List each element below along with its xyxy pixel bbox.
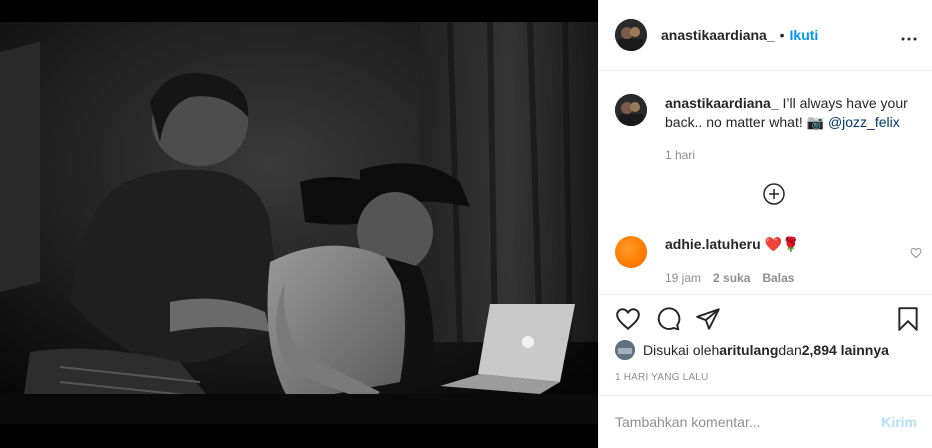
heart-icon[interactable] [615,306,641,332]
likes-middle: dan [778,342,802,358]
add-comment-bar: Kirim [599,395,932,448]
comment-item: adhie.latuheru ❤️🌹 19 jam 2 suka Balas [615,236,925,285]
separator-dot: • [779,27,785,43]
caption-mention[interactable]: @jozz_felix [828,114,900,130]
caption-time[interactable]: 1 hari [665,146,915,165]
post-comment-button[interactable]: Kirim [881,414,917,430]
photo-pane [0,0,598,448]
instagram-post-modal: anastikaardiana_ • Ikuti anastikaardiana… [0,0,932,448]
comment-heart-icon[interactable] [910,246,922,259]
caption-username[interactable]: anastikaardiana_ [665,95,779,111]
comment-meta: 19 jam 2 suka Balas [665,271,799,285]
commenter-avatar[interactable] [615,236,647,268]
more-icon[interactable] [901,26,917,44]
post-sidebar: anastikaardiana_ • Ikuti anastikaardiana… [598,0,932,448]
author-username[interactable]: anastikaardiana_ [661,27,775,43]
post-header: anastikaardiana_ • Ikuti [599,0,932,71]
caption-avatar[interactable] [615,94,647,126]
post-timestamp[interactable]: 1 HARI YANG LALU [615,372,708,383]
liker-avatar[interactable] [615,340,635,360]
post-caption: anastikaardiana_ I’ll always have your b… [615,94,925,165]
likes-user[interactable]: aritulang [719,342,778,358]
comment-text: ❤️🌹 [760,236,800,252]
comment-icon[interactable] [655,306,681,332]
caption-text-block: anastikaardiana_ I’ll always have your b… [665,94,915,165]
comment-username[interactable]: adhie.latuheru [665,236,761,252]
divider [599,294,932,295]
comment-likes[interactable]: 2 suka [713,271,750,285]
likes-count[interactable]: 2,894 lainnya [802,342,889,358]
likes-prefix: Disukai oleh [643,342,720,358]
reply-button[interactable]: Balas [762,271,794,285]
share-icon[interactable] [695,306,721,332]
bookmark-icon[interactable] [895,306,921,332]
comment-time[interactable]: 19 jam [665,271,701,285]
likes-summary: Disukai oleh aritulang dan 2,894 lainnya [615,340,889,360]
comment-input[interactable] [615,414,882,430]
plus-circle-icon[interactable] [763,183,785,205]
post-photo[interactable] [0,22,598,424]
author-avatar[interactable] [615,19,647,51]
comment-body: adhie.latuheru ❤️🌹 19 jam 2 suka Balas [665,236,799,285]
follow-button[interactable]: Ikuti [790,27,819,43]
